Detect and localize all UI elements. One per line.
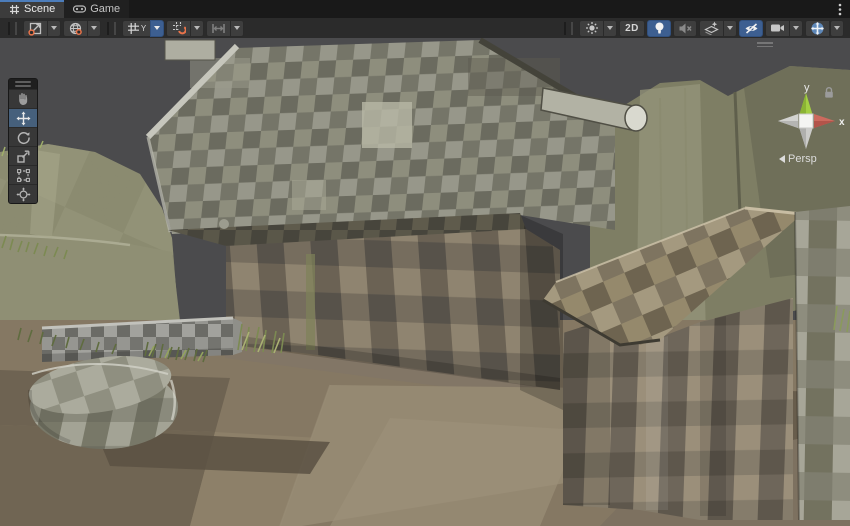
lighting-toggle-button[interactable] bbox=[647, 20, 671, 37]
view-options-overlay: 2D bbox=[560, 20, 846, 37]
rotate-tool-button[interactable] bbox=[9, 127, 37, 146]
pane-menu-button[interactable] bbox=[830, 0, 850, 18]
transform-tool-button[interactable] bbox=[9, 184, 37, 203]
orientation-mode-dropdown[interactable] bbox=[87, 20, 101, 37]
camera-icon bbox=[770, 22, 785, 34]
globe-icon bbox=[68, 21, 83, 36]
move-snap-dropdown[interactable] bbox=[230, 20, 244, 37]
overlay-drag-handle[interactable] bbox=[8, 22, 17, 35]
rotate-icon bbox=[16, 130, 31, 145]
move-snap-icon bbox=[211, 22, 226, 35]
gizmos-dropdown[interactable] bbox=[830, 20, 844, 37]
scene-render bbox=[0, 38, 850, 526]
hand-tool-button[interactable] bbox=[9, 89, 37, 108]
palette-drag-handle[interactable] bbox=[9, 79, 37, 89]
projection-label: Persp bbox=[788, 153, 817, 165]
grid-visibility-dropdown[interactable] bbox=[150, 20, 164, 37]
chevron-down-icon bbox=[194, 26, 200, 30]
scale-tool-button[interactable] bbox=[9, 146, 37, 165]
chevron-down-icon bbox=[91, 26, 97, 30]
gizmo-x-label: x bbox=[839, 117, 845, 128]
tab-game-label: Game bbox=[90, 3, 120, 15]
chevron-down-icon bbox=[51, 26, 57, 30]
chevron-down-icon bbox=[234, 26, 240, 30]
gizmo-x-negative-axis[interactable] bbox=[778, 114, 798, 128]
camera-settings-dropdown[interactable] bbox=[789, 20, 803, 37]
move-tool-button[interactable] bbox=[9, 108, 37, 127]
draw-mode-dropdown[interactable] bbox=[603, 20, 617, 37]
projection-arrow-icon bbox=[779, 155, 785, 163]
move-icon bbox=[16, 111, 31, 126]
draw-mode-button[interactable] bbox=[579, 20, 603, 37]
gamepad-icon bbox=[73, 4, 86, 14]
move-snap-button[interactable] bbox=[206, 20, 230, 37]
tab-game[interactable]: Game bbox=[64, 0, 129, 18]
chevron-down-icon bbox=[793, 26, 799, 30]
chevron-down-icon bbox=[727, 26, 733, 30]
rect-tool-button[interactable] bbox=[9, 165, 37, 184]
gizmo-center-cube[interactable] bbox=[799, 114, 813, 128]
snap-increment-button[interactable] bbox=[166, 20, 190, 37]
tool-settings-overlay bbox=[23, 20, 101, 37]
overlay-drag-handle[interactable] bbox=[564, 22, 573, 35]
unity-editor-window: { "window": { "tabs": [ {"label": "Scene… bbox=[0, 0, 850, 526]
scene-visibility-button[interactable] bbox=[739, 20, 763, 37]
2d-toggle-button[interactable]: 2D bbox=[619, 20, 645, 37]
chevron-down-icon bbox=[607, 26, 613, 30]
effects-dropdown[interactable] bbox=[723, 20, 737, 37]
gizmo-y-negative-axis[interactable] bbox=[799, 127, 813, 149]
lightbulb-icon bbox=[653, 21, 666, 35]
pivot-mode-dropdown[interactable] bbox=[47, 20, 61, 37]
2d-label: 2D bbox=[625, 23, 639, 34]
grid-magnet-icon bbox=[172, 21, 186, 35]
scene-view-toolbar: Y bbox=[0, 18, 850, 38]
audio-muted-icon bbox=[678, 22, 692, 35]
projection-switch[interactable]: Persp bbox=[779, 153, 817, 165]
orientation-mode-button[interactable] bbox=[63, 20, 87, 37]
pivot-icon bbox=[28, 21, 43, 36]
scene-grid-icon bbox=[9, 4, 20, 15]
grid-y-icon bbox=[127, 22, 140, 35]
gizmo-overlay-drag-handle[interactable] bbox=[757, 42, 773, 48]
gizmo-y-axis[interactable] bbox=[799, 93, 813, 116]
audio-toggle-button[interactable] bbox=[673, 20, 697, 37]
kebab-icon bbox=[838, 3, 842, 16]
axis-gizmo-icon bbox=[810, 21, 825, 36]
scene-viewport[interactable]: y x Per bbox=[0, 38, 850, 526]
grid-snap-overlay: Y bbox=[122, 20, 244, 37]
overlay-drag-handle[interactable] bbox=[107, 22, 116, 35]
eye-slash-icon bbox=[744, 22, 759, 35]
tools-overlay bbox=[8, 78, 38, 204]
pivot-mode-button[interactable] bbox=[23, 20, 47, 37]
scale-icon bbox=[16, 149, 31, 164]
effects-toggle-button[interactable] bbox=[699, 20, 723, 37]
gizmo-y-label: y bbox=[804, 82, 810, 94]
tab-scene-label: Scene bbox=[24, 3, 55, 15]
sun-icon bbox=[585, 21, 599, 35]
transform-icon bbox=[16, 187, 31, 202]
gizmo-x-axis[interactable] bbox=[814, 114, 835, 128]
effects-icon bbox=[704, 21, 719, 35]
lock-icon bbox=[823, 86, 835, 99]
pane-header: Scene Game bbox=[0, 0, 850, 18]
camera-settings-button[interactable] bbox=[765, 20, 789, 37]
hand-icon bbox=[16, 92, 30, 106]
gizmos-toggle-button[interactable] bbox=[805, 20, 829, 37]
grid-visibility-button[interactable]: Y bbox=[122, 20, 150, 37]
gizmo-lock-button[interactable] bbox=[823, 86, 835, 99]
grid-axis-label: Y bbox=[141, 24, 146, 33]
corner-pillar bbox=[795, 206, 850, 520]
tab-scene[interactable]: Scene bbox=[0, 0, 64, 18]
chevron-down-icon bbox=[154, 26, 160, 30]
snap-increment-dropdown[interactable] bbox=[190, 20, 204, 37]
chevron-down-icon bbox=[834, 26, 840, 30]
rect-icon bbox=[16, 168, 31, 183]
